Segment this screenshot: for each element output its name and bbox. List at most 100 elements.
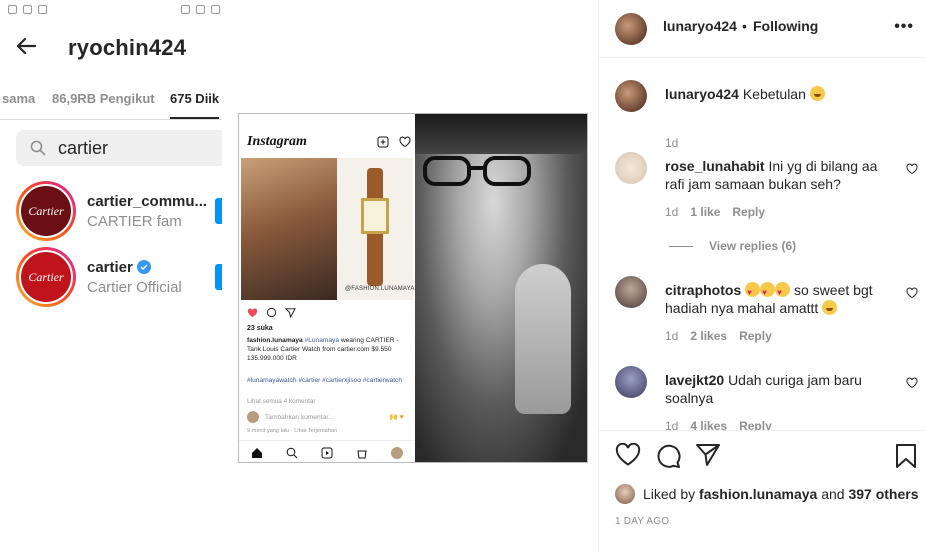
avatar[interactable]: Cartier: [16, 247, 76, 307]
avatar[interactable]: [615, 484, 635, 504]
reply-button[interactable]: Reply: [739, 329, 772, 343]
status-bar: [8, 5, 222, 19]
avatar[interactable]: Cartier: [16, 181, 76, 241]
watermark: @FASHION.LUNAMAYA: [345, 286, 415, 292]
glasses-shape: [423, 156, 531, 186]
heart-icon: [247, 307, 258, 317]
instagram-screenshot: Instagram @FASHION.LUNAMAYA 23 suka fash…: [239, 114, 415, 462]
comment-icon: [266, 307, 277, 318]
comments-list[interactable]: lunaryo424 Kebetulan 1d rose_lunahabit I…: [599, 58, 926, 430]
share-icon: [285, 308, 296, 318]
search-input[interactable]: cartier: [16, 130, 222, 166]
view-all-comments: Lihat semua 4 komentar: [247, 398, 316, 405]
search-result-row[interactable]: Cartier cartier_commu... CARTIER fam: [16, 181, 207, 241]
search-value: cartier: [58, 137, 109, 158]
hand-shape: [515, 264, 571, 414]
mute-icon: [196, 5, 205, 14]
comment-likes[interactable]: 4 likes: [690, 419, 727, 430]
man-photo: [415, 114, 587, 462]
comment-time: 1d: [665, 136, 679, 150]
signal-icon: [211, 5, 220, 14]
liked-by-others[interactable]: 397 others: [848, 486, 918, 502]
like-heart-icon[interactable]: [615, 443, 641, 467]
heart-eyes-emoji-icon: [745, 282, 761, 302]
app-icon: [38, 5, 47, 14]
back-arrow-icon[interactable]: [14, 34, 42, 62]
tab-following[interactable]: 675 Diik: [170, 91, 220, 119]
heart-icon: [399, 136, 411, 148]
view-replies-button[interactable]: View replies (6): [669, 239, 796, 253]
comment-text: Kebetulan: [742, 86, 806, 102]
tab-followers[interactable]: 86,9RB Pengikut: [52, 91, 155, 106]
phone-screenshot: ryochin424 sama 86,9RB Pengikut 675 Diik…: [0, 0, 222, 310]
view-replies-label: View replies (6): [709, 239, 797, 253]
search-icon: [30, 140, 46, 156]
cartier-logo: Cartier: [19, 250, 73, 304]
liked-by-prefix: Liked by: [643, 486, 696, 502]
follow-button[interactable]: [215, 264, 222, 290]
caption-tag: #Lunamaya: [304, 337, 340, 344]
share-icon[interactable]: [695, 443, 721, 467]
whatsapp-icon: [8, 5, 17, 14]
heart-eyes-emoji-icon: [760, 282, 776, 302]
result-subtitle: CARTIER fam: [87, 212, 182, 230]
follow-tabs: sama 86,9RB Pengikut 675 Diik: [0, 88, 222, 120]
watch-photo: [337, 158, 413, 300]
post-author[interactable]: lunaryo424: [663, 18, 737, 34]
avatar[interactable]: [615, 276, 647, 308]
heart-icon[interactable]: [906, 287, 918, 299]
comment-likes[interactable]: 2 likes: [690, 329, 727, 343]
post-time: 9 menit yang lalu · Lihat Terjemahan: [247, 428, 338, 434]
comment-user[interactable]: rose_lunahabit: [665, 158, 765, 174]
comment-likes[interactable]: 1 like: [690, 205, 720, 219]
separator-dot: •: [742, 18, 747, 34]
liked-by-user[interactable]: fashion.lunamaya: [699, 486, 817, 502]
laughing-emoji-icon: [822, 300, 838, 315]
bottom-nav: [239, 440, 415, 462]
post-actions: [599, 430, 926, 480]
hashtags: #lunamayawatch #cartier #cartierxjisoo #…: [247, 377, 403, 384]
search-icon: [286, 447, 298, 458]
heart-icon[interactable]: [906, 163, 918, 175]
follow-button[interactable]: [215, 198, 222, 224]
shop-icon: [357, 450, 367, 458]
laughing-emoji-icon: [809, 86, 825, 101]
avatar[interactable]: [615, 366, 647, 398]
comment-user[interactable]: lunaryo424: [665, 86, 739, 102]
more-options-icon[interactable]: •••: [894, 18, 914, 36]
comment-time: 1d: [665, 419, 679, 430]
caption-user: fashion.lunamaya: [247, 337, 303, 344]
comment-time: 1d: [665, 205, 679, 219]
reply-button[interactable]: Reply: [739, 419, 772, 430]
comment-user[interactable]: citraphotos: [665, 282, 741, 298]
search-result-row[interactable]: Cartier cartier Cartier Official: [16, 247, 182, 307]
liked-by-and: and: [821, 486, 845, 502]
likes-count: 23 suka: [247, 325, 273, 332]
result-handle: cartier_commu...: [87, 192, 208, 210]
avatar[interactable]: [615, 13, 647, 45]
bookmark-icon[interactable]: [895, 443, 917, 469]
reply-button[interactable]: Reply: [732, 205, 765, 219]
comment-icon[interactable]: [655, 443, 681, 469]
avatar: [247, 411, 259, 423]
heart-icon[interactable]: [906, 377, 918, 389]
woman-photo: [241, 158, 337, 300]
instagram-logo: Instagram: [247, 134, 307, 149]
add-post-icon: [377, 136, 389, 148]
nfc-icon: [181, 5, 190, 14]
cartier-logo: Cartier: [19, 184, 73, 238]
post-image[interactable]: Instagram @FASHION.LUNAMAYA 23 suka fash…: [238, 113, 588, 463]
tab-mutual[interactable]: sama: [2, 91, 35, 106]
liked-by: Liked by fashion.lunamaya and 397 others: [615, 484, 919, 504]
tabs-divider: [0, 119, 222, 120]
heart-eyes-emoji-icon: [775, 282, 791, 302]
emoji-icon: 🙌 ♥: [389, 414, 404, 421]
home-icon: [251, 447, 262, 458]
comment-time: 1d: [665, 329, 679, 343]
comment-user[interactable]: lavejkt20: [665, 372, 724, 388]
following-button[interactable]: Following: [753, 18, 818, 34]
result-handle: cartier: [87, 258, 133, 276]
avatar[interactable]: [615, 152, 647, 184]
avatar[interactable]: [615, 80, 647, 112]
reels-icon: [321, 447, 333, 458]
